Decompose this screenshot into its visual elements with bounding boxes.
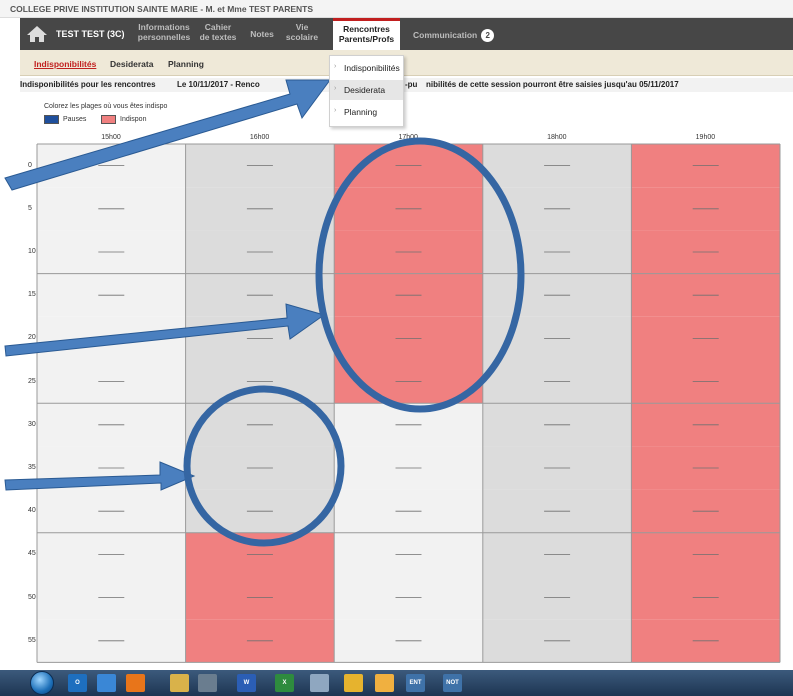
explorer-icon[interactable] xyxy=(97,674,116,692)
chevron-right-icon: › xyxy=(334,107,337,114)
schedule-grid[interactable] xyxy=(0,126,793,670)
nav-label-line2: scolaire xyxy=(285,32,319,42)
nav-label-line1: Rencontres xyxy=(343,24,390,34)
menu-item-label: Planning xyxy=(344,107,378,117)
student-selector[interactable]: TEST TEST (3C) xyxy=(56,29,125,39)
tab-indisponibilites[interactable]: Indisponibilités xyxy=(34,59,96,69)
nav-label-line1: Vie xyxy=(295,22,309,32)
chrome-canary-icon[interactable] xyxy=(375,674,394,692)
nav-cahier-de-textes[interactable]: Cahier de textes xyxy=(196,22,240,42)
tab-planning[interactable]: Planning xyxy=(168,59,204,69)
nav-label-line2: Parents/Profs xyxy=(338,34,395,44)
nav-vie-scolaire[interactable]: Vie scolaire xyxy=(282,22,322,42)
main-navbar: TEST TEST (3C) Informations personnelles… xyxy=(20,18,793,50)
nav-label-line1: Communication xyxy=(413,29,478,40)
network-icon[interactable] xyxy=(198,674,217,692)
notification-badge: 2 xyxy=(481,29,495,42)
nav-label-line1: Notes xyxy=(250,29,274,39)
firefox-icon[interactable] xyxy=(126,674,145,692)
deadline-notice: nibilités de cette session pourront être… xyxy=(426,80,679,89)
menu-item-label: Indisponibilités xyxy=(344,63,400,73)
sub-tabs: Indisponibilités Desiderata Planning xyxy=(20,50,793,76)
menu-item-desiderata[interactable]: › Desiderata xyxy=(330,80,403,100)
rencontres-dropdown-menu: › Indisponibilités › Desiderata › Planni… xyxy=(329,55,404,127)
nav-label-line1: Cahier xyxy=(204,22,232,32)
legend-indisponible-swatch[interactable] xyxy=(101,115,116,124)
nav-label-line2: de textes xyxy=(199,32,237,42)
menu-item-indisponibilites[interactable]: › Indisponibilités xyxy=(330,58,403,78)
legend-pauses-swatch[interactable] xyxy=(44,115,59,124)
session-select-suffix: -pu xyxy=(405,80,418,89)
chevron-right-icon: › xyxy=(334,85,337,92)
nav-label-line2: personnelles xyxy=(137,32,191,42)
not-icon[interactable]: NOT xyxy=(443,674,462,692)
session-label: Indisponibilités pour les rencontres xyxy=(20,80,156,89)
notepad-icon[interactable] xyxy=(310,674,329,692)
page-title: COLLEGE PRIVE INSTITUTION SAINTE MARIE -… xyxy=(0,0,793,18)
home-icon[interactable] xyxy=(24,24,50,44)
session-select[interactable]: Le 10/11/2017 - Renco xyxy=(177,80,260,89)
legend-instruction: Colorez les plages où vous êtes indispo xyxy=(44,103,168,110)
legend-indisponible-label: Indispon xyxy=(120,116,147,123)
nav-communication[interactable]: Communication 2 xyxy=(413,29,505,42)
screen: COLLEGE PRIVE INSTITUTION SAINTE MARIE -… xyxy=(0,0,793,696)
nav-notes[interactable]: Notes xyxy=(248,29,276,39)
tab-desiderata[interactable]: Desiderata xyxy=(110,59,153,69)
menu-item-planning[interactable]: › Planning xyxy=(330,102,403,122)
nav-label-line1: Informations xyxy=(138,22,190,32)
nav-rencontres-parents-profs[interactable]: Rencontres Parents/Profs xyxy=(333,18,400,50)
word-icon[interactable]: W xyxy=(237,674,256,692)
session-info-row: Indisponibilités pour les rencontres Le … xyxy=(20,78,793,92)
windows-taskbar: O W X ENT NOT xyxy=(0,670,793,696)
ent-icon[interactable]: ENT xyxy=(406,674,425,692)
chevron-right-icon: › xyxy=(334,63,337,70)
menu-item-label: Desiderata xyxy=(344,85,386,95)
start-button[interactable] xyxy=(30,671,54,695)
excel-icon[interactable]: X xyxy=(275,674,294,692)
legend-pauses-label: Pauses xyxy=(63,116,87,123)
chrome-icon[interactable] xyxy=(344,674,363,692)
nav-informations-personnelles[interactable]: Informations personnelles xyxy=(134,22,194,42)
outlook-icon[interactable]: O xyxy=(68,674,87,692)
folder-icon[interactable] xyxy=(170,674,189,692)
